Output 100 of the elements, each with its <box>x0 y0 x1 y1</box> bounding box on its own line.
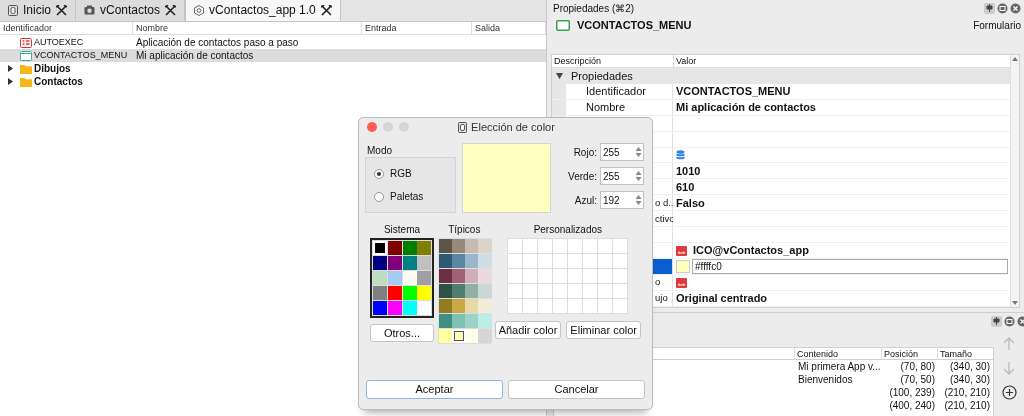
color-swatch[interactable] <box>439 269 453 283</box>
color-swatch[interactable] <box>373 256 387 270</box>
color-swatch[interactable] <box>417 256 432 270</box>
column-header[interactable]: Tamaño <box>938 348 993 359</box>
image-icon <box>676 245 687 256</box>
value-cell[interactable]: ICO@vContactos_app <box>673 243 1010 259</box>
window-icon <box>556 20 570 31</box>
color-swatch[interactable] <box>676 260 690 274</box>
arrow-down-icon[interactable] <box>1003 361 1015 375</box>
palette-button[interactable]: Añadir color <box>494 321 562 339</box>
property-label[interactable]: Identificador <box>566 84 673 99</box>
tree-row[interactable]: Contactos <box>0 75 546 88</box>
collapse-arrow-icon[interactable] <box>556 73 563 79</box>
palette-button[interactable]: Eliminar color <box>566 321 641 339</box>
column-header[interactable]: Salida <box>472 22 546 34</box>
palette-title: Sistema <box>383 223 421 235</box>
custom-color-grid[interactable] <box>507 238 629 314</box>
value-cell[interactable]: 1010 <box>673 163 1010 179</box>
spin-box[interactable]: 192 <box>600 191 644 209</box>
radio-button[interactable] <box>374 191 384 202</box>
column-header[interactable]: Entrada <box>362 22 472 34</box>
spin-box[interactable]: 255 <box>600 143 644 161</box>
document-icon <box>8 4 18 16</box>
radio-button[interactable] <box>374 168 384 179</box>
color-swatch[interactable] <box>373 241 387 255</box>
color-swatch[interactable] <box>373 286 387 300</box>
pin-icon[interactable] <box>990 316 1002 327</box>
scroll-up-icon[interactable] <box>1012 57 1018 61</box>
color-swatch[interactable] <box>439 239 453 253</box>
crossed-tools-icon[interactable] <box>320 4 332 16</box>
pin-icon[interactable] <box>984 3 995 14</box>
channel-label: Verde: <box>568 169 597 184</box>
color-swatch[interactable] <box>387 286 402 300</box>
tree-row[interactable]: Dibujos <box>0 62 546 75</box>
value-cell[interactable] <box>673 116 1010 131</box>
restore-icon[interactable] <box>1003 316 1015 327</box>
column-header[interactable]: Descripción <box>552 55 674 67</box>
column-header[interactable]: Valor <box>674 55 1010 67</box>
column-header[interactable]: Identificador <box>0 22 133 34</box>
column-header[interactable]: Nombre <box>133 22 362 34</box>
color-swatch[interactable] <box>417 286 432 300</box>
name-text: Aplicación de contactos paso a paso <box>136 36 299 50</box>
value-cell[interactable]: Mi aplicación de contactos <box>673 100 1010 115</box>
color-swatch[interactable] <box>402 256 417 270</box>
identifier-text: AUTOEXEC <box>34 35 85 49</box>
value-cell[interactable]: 610 <box>673 179 1010 195</box>
spin-box[interactable]: 255 <box>600 167 644 185</box>
restore-icon[interactable] <box>997 3 1008 14</box>
tab[interactable]: vContactos_app 1.0 <box>185 0 341 21</box>
color-swatch[interactable] <box>387 271 402 285</box>
expand-arrow-icon[interactable] <box>7 78 13 85</box>
value-cell[interactable]: VCONTACTOS_MENU <box>673 84 1010 99</box>
crossed-tools-icon[interactable] <box>165 4 177 16</box>
expand-arrow-icon[interactable] <box>7 65 13 72</box>
column-header[interactable]: Contenido <box>795 348 882 359</box>
dialog-button[interactable]: Cancelar <box>508 380 645 399</box>
tree-row[interactable]: VCONTACTOS_MENU Mi aplicación de contactos <box>0 49 546 62</box>
color-swatch[interactable] <box>402 241 417 255</box>
crossed-tools-icon[interactable] <box>56 4 67 16</box>
tab[interactable]: vContactos <box>76 0 186 21</box>
radio-option[interactable]: RGB <box>374 166 455 181</box>
color-swatch[interactable] <box>387 301 402 315</box>
add-icon[interactable] <box>1001 385 1017 400</box>
color-swatch[interactable] <box>417 301 432 315</box>
value-cell[interactable] <box>673 227 1010 243</box>
color-swatch[interactable] <box>402 301 417 315</box>
color-swatch[interactable] <box>417 271 432 285</box>
tree-row[interactable]: AUTOEXEC Aplicación de contactos paso a paso <box>0 36 546 49</box>
close-icon[interactable] <box>1010 3 1021 14</box>
color-swatch[interactable] <box>439 284 453 298</box>
color-swatch[interactable] <box>373 301 387 315</box>
value-cell[interactable] <box>673 275 1010 290</box>
position-cell: (70, 50) <box>900 373 935 386</box>
color-swatch[interactable] <box>387 241 402 255</box>
object-name: VCONTACTOS_MENU <box>577 18 692 34</box>
color-swatch[interactable] <box>439 314 453 328</box>
column-header[interactable]: Posición <box>882 348 938 359</box>
value-cell[interactable]: Falso <box>673 195 1010 211</box>
others-button[interactable]: Otros... <box>370 324 434 342</box>
close-icon[interactable] <box>1016 316 1024 327</box>
property-value: 610 <box>676 179 695 195</box>
color-swatch[interactable] <box>387 256 402 270</box>
value-cell[interactable] <box>673 211 1010 227</box>
color-swatch[interactable] <box>439 329 453 343</box>
color-swatch[interactable] <box>373 271 387 285</box>
identifier-text: Contactos <box>34 75 84 89</box>
property-label[interactable]: Nombre <box>566 100 673 115</box>
arrow-up-icon[interactable] <box>1003 337 1015 351</box>
color-swatch[interactable] <box>402 286 417 300</box>
color-swatch[interactable] <box>439 299 453 313</box>
color-swatch[interactable] <box>417 241 432 255</box>
dialog-button[interactable]: Aceptar <box>366 380 503 399</box>
close-button[interactable] <box>367 122 377 132</box>
color-swatch[interactable] <box>439 254 453 268</box>
group-row[interactable]: Propiedades <box>552 68 1010 84</box>
name-text: Mi aplicación de contactos <box>136 49 254 63</box>
tab[interactable]: Inicio <box>0 0 76 21</box>
scroll-down-icon[interactable] <box>1012 301 1018 305</box>
radio-option[interactable]: Paletas <box>374 189 455 204</box>
color-swatch[interactable] <box>402 271 417 285</box>
